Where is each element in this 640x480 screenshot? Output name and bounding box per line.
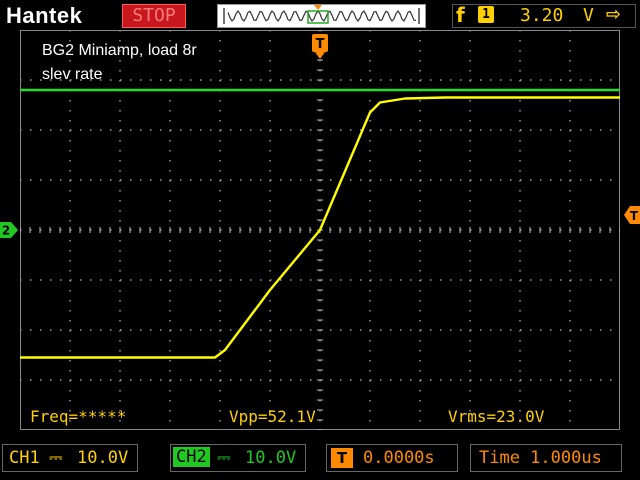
channel2-marker-label: 2 — [2, 224, 10, 238]
run-stop-button[interactable]: STOP — [122, 4, 186, 28]
ch1-volts-per-div: 10.0V — [77, 448, 129, 468]
trigger-level-value: 3.20 — [520, 5, 564, 26]
trigger-position-label: T — [316, 37, 325, 52]
trigger-position-marker[interactable]: T — [312, 34, 328, 64]
ch1-label: CH1 — [9, 448, 40, 468]
ch2-label: CH2 — [173, 447, 210, 467]
rising-edge-icon: f — [456, 3, 465, 27]
memory-waveform-icon — [218, 5, 425, 27]
ch2-settings[interactable]: CH2 ⎓ 10.0V — [170, 444, 306, 472]
trigger-level-unit: V — [583, 5, 594, 26]
trigger-delay-icon: T — [331, 448, 353, 468]
trigger-arrow-icon: ⇨ — [606, 4, 622, 25]
channel2-ground-marker[interactable]: 2 — [0, 222, 18, 242]
trigger-source-badge: 1 — [478, 6, 494, 23]
waveform-display — [20, 30, 620, 430]
timebase-settings[interactable]: Time 1.000us — [470, 444, 622, 472]
trigger-delay-settings[interactable]: T 0.0000s — [326, 444, 458, 472]
brand-logo: Hantek — [6, 3, 83, 28]
screen-note-subtitle: slev rate — [42, 66, 103, 83]
memory-position-bar[interactable] — [217, 4, 426, 28]
dc-coupling-icon: ⎓ — [217, 448, 231, 468]
ch1-settings[interactable]: CH1 ⎓ 10.0V — [2, 444, 138, 472]
screen-note-title: BG2 Miniamp, load 8r — [42, 42, 197, 59]
frequency-measurement: Freq=***** — [30, 407, 127, 426]
vpp-measurement: Vpp=52.1V — [229, 407, 316, 426]
scope-screen[interactable] — [20, 30, 620, 430]
trigger-level-marker[interactable]: T — [624, 206, 640, 228]
trigger-delay-value: 0.0000s — [363, 448, 435, 468]
vrms-measurement: Vrms=23.0V — [448, 407, 545, 426]
dc-coupling-icon: ⎓ — [49, 448, 63, 468]
trigger-level-marker-label: T — [630, 209, 639, 223]
ch2-volts-per-div: 10.0V — [245, 448, 297, 468]
timebase-value: Time 1.000us — [479, 448, 602, 468]
